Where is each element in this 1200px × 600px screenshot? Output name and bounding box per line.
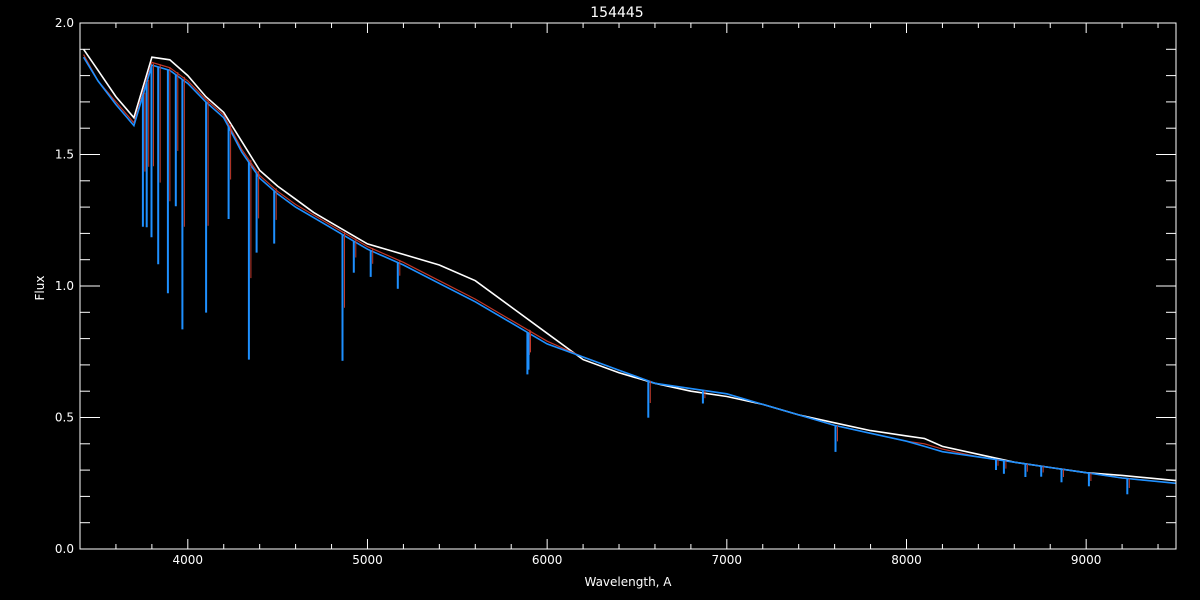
x-tick-label: 8000 bbox=[891, 553, 922, 567]
chart-background bbox=[0, 0, 1200, 600]
chart-title: 154445 bbox=[590, 5, 643, 21]
y-tick-label: 1.0 bbox=[55, 279, 74, 293]
y-tick-label: 0.5 bbox=[55, 411, 74, 425]
spectrum-chart: 154445 4000 5000 6000 7000 8000 9000 0.0 0.5 1.0… bbox=[0, 0, 1200, 600]
x-tick-label: 9000 bbox=[1071, 553, 1102, 567]
x-axis-label: Wavelength, A bbox=[584, 575, 672, 589]
y-axis-label: Flux bbox=[33, 276, 47, 301]
x-tick-label: 4000 bbox=[173, 553, 204, 567]
x-tick-label: 5000 bbox=[352, 553, 383, 567]
x-tick-label: 6000 bbox=[532, 553, 563, 567]
y-tick-label: 0.0 bbox=[55, 542, 74, 556]
y-tick-label: 1.5 bbox=[55, 148, 74, 162]
y-tick-label: 2.0 bbox=[55, 16, 74, 30]
x-tick-label: 7000 bbox=[712, 553, 743, 567]
